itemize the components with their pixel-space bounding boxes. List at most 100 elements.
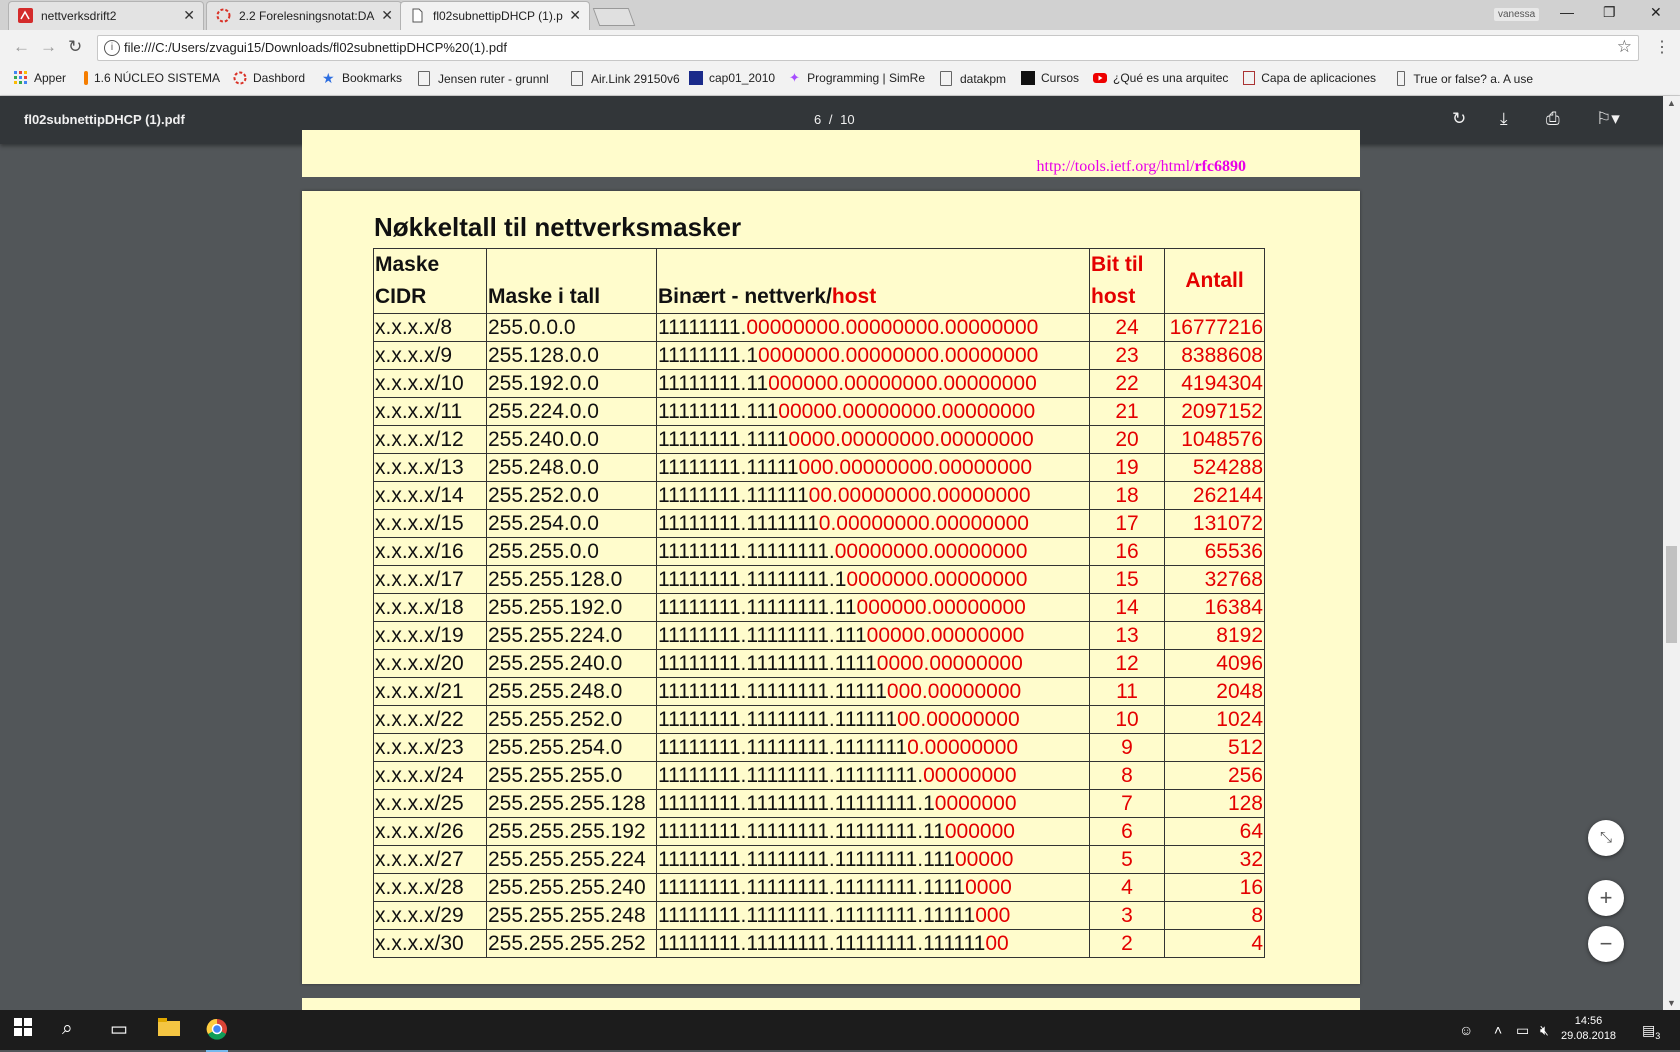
cell-count: 16384 xyxy=(1164,593,1265,622)
window-close-icon[interactable]: ✕ xyxy=(1650,4,1662,21)
print-icon[interactable]: ⎙ xyxy=(1546,109,1560,129)
notifications-icon[interactable]: ▤3 xyxy=(1642,1022,1660,1041)
cell-binary: 11111111.00000000.00000000.00000000 xyxy=(656,313,1090,342)
task-view-icon[interactable]: ▭ xyxy=(110,1018,128,1041)
tab-active-pdf[interactable]: fl02subnettipDHCP (1).pd ✕ xyxy=(400,1,590,30)
close-icon[interactable]: ✕ xyxy=(183,7,195,24)
network-icon[interactable]: ▭ xyxy=(1516,1022,1529,1039)
rfc-link[interactable]: http://tools.ietf.org/html/rfc6890 xyxy=(1037,158,1246,176)
windows-start-icon[interactable] xyxy=(14,1018,32,1042)
bookmark-programming-simro[interactable]: ✦ Programming | SimRe xyxy=(789,71,925,85)
bookmark-nucleo-sistema[interactable]: 1.6 NÚCLEO SISTEMA xyxy=(84,71,220,85)
bookmark-datakpm[interactable]: datakpm xyxy=(940,71,1006,86)
download-icon[interactable]: ⤓ xyxy=(1500,109,1508,129)
bookmark-bookmarks[interactable]: ★ Bookmarks xyxy=(322,71,402,85)
page-number-input[interactable]: 6 xyxy=(814,112,821,127)
cell-count: 65536 xyxy=(1164,537,1265,566)
cell-cidr: x.x.x.x/27 xyxy=(373,845,487,874)
rotate-icon[interactable]: ↻ xyxy=(1452,109,1466,129)
zoom-in-icon[interactable]: + xyxy=(1588,880,1624,916)
cell-count: 4194304 xyxy=(1164,369,1265,398)
scroll-down-icon[interactable]: ▼ xyxy=(1667,998,1676,1008)
cell-cidr: x.x.x.x/24 xyxy=(373,761,487,790)
bookmark-cursos[interactable]: Cursos xyxy=(1021,71,1079,85)
binary-network-bits: 11111111.11111111.1111111 xyxy=(658,736,908,759)
cell-count: 2048 xyxy=(1164,677,1265,706)
forward-icon[interactable]: → xyxy=(40,37,57,57)
scroll-up-icon[interactable]: ▲ xyxy=(1667,98,1676,108)
minimize-icon[interactable]: — xyxy=(1560,4,1574,20)
table-row: x.x.x.x/25 255.255.255.128 11111111.111111… xyxy=(373,789,1265,818)
cell-count: 16 xyxy=(1164,873,1265,902)
binary-network-bits: 11111111. xyxy=(658,316,747,339)
pdf-icon xyxy=(18,8,33,23)
new-tab-button[interactable] xyxy=(592,8,636,26)
file-explorer-icon[interactable] xyxy=(158,1018,180,1042)
table-row: x.x.x.x/19 255.255.224.0 11111111.11111111… xyxy=(373,621,1265,650)
people-icon[interactable]: ☺ xyxy=(1459,1022,1473,1038)
bookmark-jensen-ruter[interactable]: Jensen ruter - grunnl xyxy=(418,71,558,86)
cell-binary: 11111111.11111111.11000000.00000000 xyxy=(656,593,1090,622)
cell-count: 524288 xyxy=(1164,453,1265,482)
cell-mask: 255.255.255.240 xyxy=(486,873,657,902)
header-mask: Maske i tall xyxy=(486,248,657,314)
pdf-filename: fl02subnettipDHCP (1).pdf xyxy=(24,112,185,127)
url-text[interactable]: file:///C:/Users/zvagui15/Downloads/fl02… xyxy=(124,40,507,55)
site-icon xyxy=(1243,71,1256,85)
cell-cidr: x.x.x.x/22 xyxy=(373,705,487,734)
profile-button[interactable]: vanessa xyxy=(1494,8,1540,21)
cell-host-bits: 9 xyxy=(1089,733,1165,762)
bookmark-capa-aplicaciones[interactable]: Capa de aplicaciones xyxy=(1243,71,1376,85)
page-total: 10 xyxy=(840,112,855,127)
address-bar[interactable]: i file:///C:/Users/zvagui15/Downloads/fl… xyxy=(97,35,1639,61)
cell-count: 32 xyxy=(1164,845,1265,874)
taskbar-clock[interactable]: 14:56 29.08.2018 xyxy=(1561,1014,1616,1044)
chrome-icon[interactable] xyxy=(206,1018,228,1052)
fit-to-page-icon[interactable]: ⤡ xyxy=(1588,820,1624,856)
reload-icon[interactable]: ↻ xyxy=(68,37,82,57)
bookmark-apper[interactable]: Apper xyxy=(14,71,66,85)
restore-icon[interactable]: ❐ xyxy=(1603,4,1616,21)
cell-mask: 255.255.255.252 xyxy=(486,929,657,958)
cell-count: 8388608 xyxy=(1164,341,1265,370)
cell-mask: 255.255.255.0 xyxy=(486,761,657,790)
back-icon[interactable]: ← xyxy=(13,37,30,57)
scrollbar[interactable]: ▲ ▼ xyxy=(1663,96,1680,1010)
loading-icon xyxy=(216,8,231,23)
close-icon[interactable]: ✕ xyxy=(381,7,393,24)
binary-host-bits: 00000000 xyxy=(923,764,1017,787)
menu-icon[interactable]: ⋮ xyxy=(1654,37,1670,57)
bookmark-airlink[interactable]: Air.Link 29150v6 xyxy=(571,71,680,86)
cell-mask: 255.255.254.0 xyxy=(486,733,657,762)
info-icon[interactable]: i xyxy=(104,40,120,56)
table-row: x.x.x.x/14 255.252.0.0 11111111.11111100.0… xyxy=(373,481,1265,510)
cell-cidr: x.x.x.x/11 xyxy=(373,397,487,426)
bookmark-que-es-arquitectura[interactable]: ¿Qué es una arquitec xyxy=(1093,71,1233,85)
chevron-up-icon[interactable]: ˄ xyxy=(1494,1022,1502,1038)
scrollbar-thumb[interactable] xyxy=(1666,546,1677,643)
header-bits: Bit til host xyxy=(1089,248,1165,314)
bookmark-cap01[interactable]: cap01_2010 xyxy=(689,71,775,85)
bookmark-star-icon[interactable]: ☆ xyxy=(1617,37,1632,57)
cell-mask: 255.192.0.0 xyxy=(486,369,657,398)
volume-muted-icon[interactable]: 🔇︎ xyxy=(1540,1022,1549,1039)
tab-forelesningsnotat[interactable]: 2.2 Forelesningsnotat:DA ✕ xyxy=(206,1,402,30)
close-icon[interactable]: ✕ xyxy=(569,7,581,24)
page-title: Nøkkeltall til nettverksmasker xyxy=(374,212,742,242)
cell-count: 64 xyxy=(1164,817,1265,846)
search-icon[interactable]: ⌕ xyxy=(62,1018,73,1040)
cell-binary: 11111111.11111111.11110000.00000000 xyxy=(656,649,1090,678)
table-row: x.x.x.x/16 255.255.0.0 11111111.11111111.0… xyxy=(373,537,1265,566)
site-icon xyxy=(689,71,703,85)
bookmark-true-or-false[interactable]: True or false? a. A use xyxy=(1397,71,1533,86)
cell-host-bits: 17 xyxy=(1089,509,1165,538)
zoom-out-icon[interactable]: − xyxy=(1588,926,1624,962)
tab-nettverksdrift2[interactable]: nettverksdrift2 ✕ xyxy=(8,1,204,30)
cell-count: 1024 xyxy=(1164,705,1265,734)
cell-mask: 255.255.255.128 xyxy=(486,789,657,818)
bookmark-dashbord[interactable]: Dashbord xyxy=(233,71,305,85)
cell-count: 2097152 xyxy=(1164,397,1265,426)
table-row: x.x.x.x/24 255.255.255.0 11111111.11111111… xyxy=(373,761,1265,790)
cell-mask: 255.255.255.248 xyxy=(486,901,657,930)
bookmark-menu-icon[interactable]: ⚐▾ xyxy=(1596,109,1620,129)
